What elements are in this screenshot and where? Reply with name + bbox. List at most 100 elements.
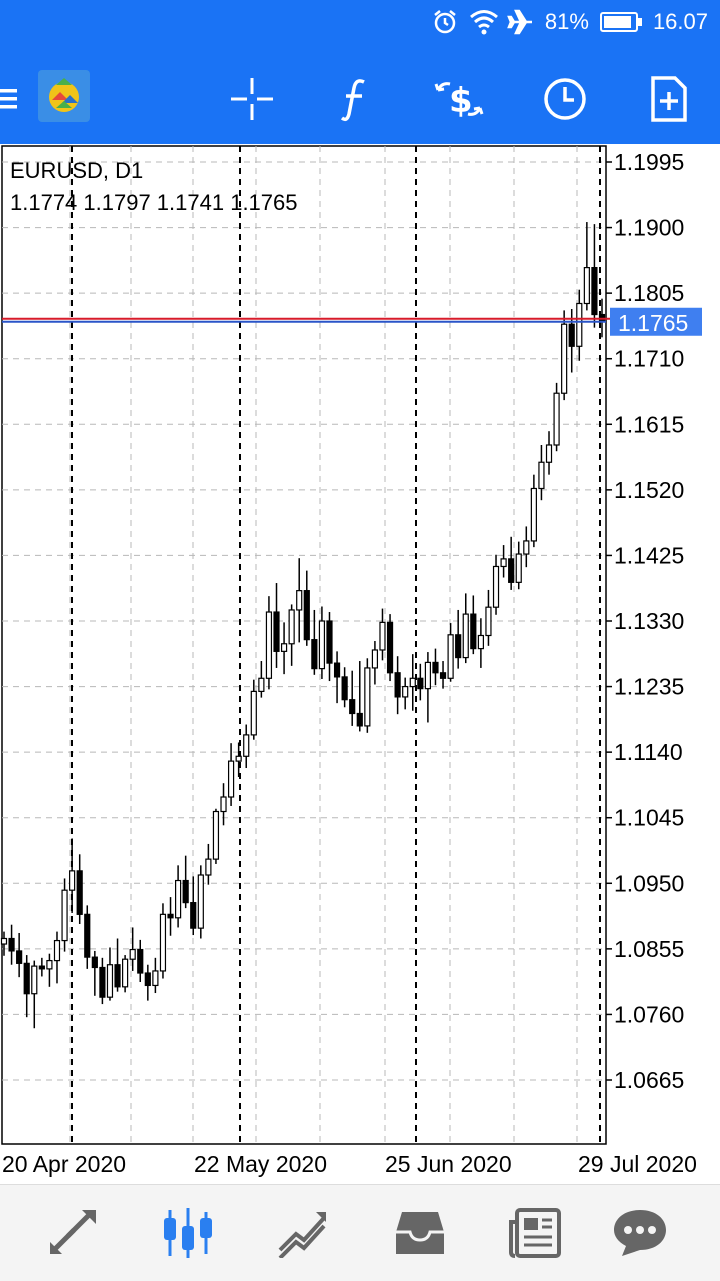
candle-body (167, 913, 174, 919)
candle-body (243, 734, 250, 757)
candle-body (0, 937, 8, 945)
trade-icon[interactable] (274, 1203, 334, 1263)
candle-body (212, 810, 220, 860)
news-icon[interactable] (505, 1203, 565, 1263)
candle-body (523, 540, 530, 555)
candle-body (288, 609, 295, 645)
y-tick-label: 1.1805 (614, 280, 684, 306)
new-order-icon[interactable] (642, 72, 696, 126)
status-right: 81% 16.07 (431, 8, 708, 36)
chart-toolbar: $ (0, 50, 720, 144)
candle-body (492, 565, 500, 608)
candle-body (402, 685, 409, 698)
candle-body (144, 972, 151, 987)
candle-body (84, 913, 91, 958)
candle-body (91, 956, 98, 969)
y-tick-label: 1.1425 (614, 542, 684, 568)
candle-body (500, 558, 507, 568)
candle-body (205, 858, 212, 876)
candle-body (114, 964, 121, 988)
candle-body (515, 553, 522, 583)
candle-body (122, 958, 129, 988)
candle-body (152, 970, 159, 987)
candle-body (137, 948, 144, 974)
candle-body (220, 796, 227, 813)
battery-icon (599, 8, 643, 36)
crosshair-icon[interactable] (225, 72, 279, 126)
candle-body (394, 672, 401, 698)
y-tick-label: 1.0950 (614, 870, 684, 896)
candle-body (235, 755, 242, 762)
candle-body (356, 712, 363, 727)
candle-body (439, 672, 447, 679)
chart-icon[interactable] (158, 1203, 218, 1263)
candle-body (311, 639, 318, 670)
symbol-change-icon[interactable]: $ (432, 72, 486, 126)
candle-body (341, 676, 348, 701)
candle-body (175, 879, 182, 919)
alarm-icon (431, 8, 459, 36)
candle-body (129, 948, 136, 960)
chart-frame (1, 145, 607, 1145)
candle-body (250, 690, 257, 736)
candle-body (273, 611, 280, 652)
y-tick-label: 1.0760 (614, 1001, 684, 1027)
chart-area[interactable]: 1.1995 1.1900 1.1805 1.1710 1.1615 1.1520 1.14… (0, 144, 720, 1184)
candlestick-chart[interactable]: 1.1995 1.1900 1.1805 1.1710 1.1615 1.1520 1.14… (0, 144, 720, 1184)
candle-body (485, 606, 492, 637)
quotes-icon[interactable] (44, 1203, 104, 1263)
candle-body (197, 874, 204, 929)
y-tick-label: 1.1995 (614, 149, 684, 175)
candle-body (69, 870, 76, 891)
candle-body (227, 760, 235, 798)
candle-body (159, 913, 167, 972)
candle-body (538, 461, 545, 490)
candle-body (23, 962, 30, 995)
status-bar: 81% 16.07 (0, 0, 720, 50)
candle-body (598, 313, 606, 322)
x-axis-label: 25 Jun 2020 (385, 1151, 512, 1177)
candle-body (568, 323, 575, 347)
candle-body (371, 649, 379, 669)
candle-body (8, 937, 15, 952)
current-price-label: 1.1765 (618, 310, 688, 336)
y-tick-label: 1.1520 (614, 477, 684, 503)
history-icon[interactable] (390, 1203, 450, 1263)
candle-body (61, 889, 68, 942)
candle-body (576, 302, 583, 347)
candle-body (258, 677, 265, 693)
chart-symbol-title: EURUSD, D1 (10, 158, 144, 183)
candle-body (561, 323, 568, 394)
app-logo-icon[interactable] (38, 70, 90, 122)
candle-body (265, 611, 273, 679)
candle-body (455, 634, 462, 659)
candle-body (16, 950, 23, 964)
candle-body (182, 879, 189, 904)
wifi-icon (469, 8, 498, 36)
candle-body (106, 964, 114, 998)
candle-body (583, 267, 590, 305)
candle-body (424, 661, 431, 690)
x-axis-label: 20 Apr 2020 (2, 1151, 126, 1177)
candle-body (333, 662, 341, 678)
candle-body (432, 661, 439, 674)
candle-body (379, 621, 386, 651)
candle-body (76, 870, 83, 915)
indicators-icon[interactable] (328, 72, 382, 126)
y-tick-label: 1.1140 (614, 739, 683, 765)
candle-body (470, 613, 477, 650)
candle-body (553, 392, 560, 446)
candle-body (591, 267, 598, 316)
menu-icon[interactable] (0, 72, 24, 126)
chart-ohlc-values: 1.1774 1.1797 1.1741 1.1765 (10, 190, 298, 215)
candle-body (477, 634, 484, 650)
messages-icon[interactable] (610, 1203, 670, 1263)
candle-body (326, 620, 333, 664)
candle-body (447, 634, 454, 679)
timeframe-icon[interactable] (538, 72, 592, 126)
candle-body (349, 699, 356, 715)
candle-body (417, 677, 424, 690)
y-tick-label: 1.1235 (614, 674, 684, 700)
candle-body (508, 558, 515, 583)
candle-body (530, 487, 537, 542)
